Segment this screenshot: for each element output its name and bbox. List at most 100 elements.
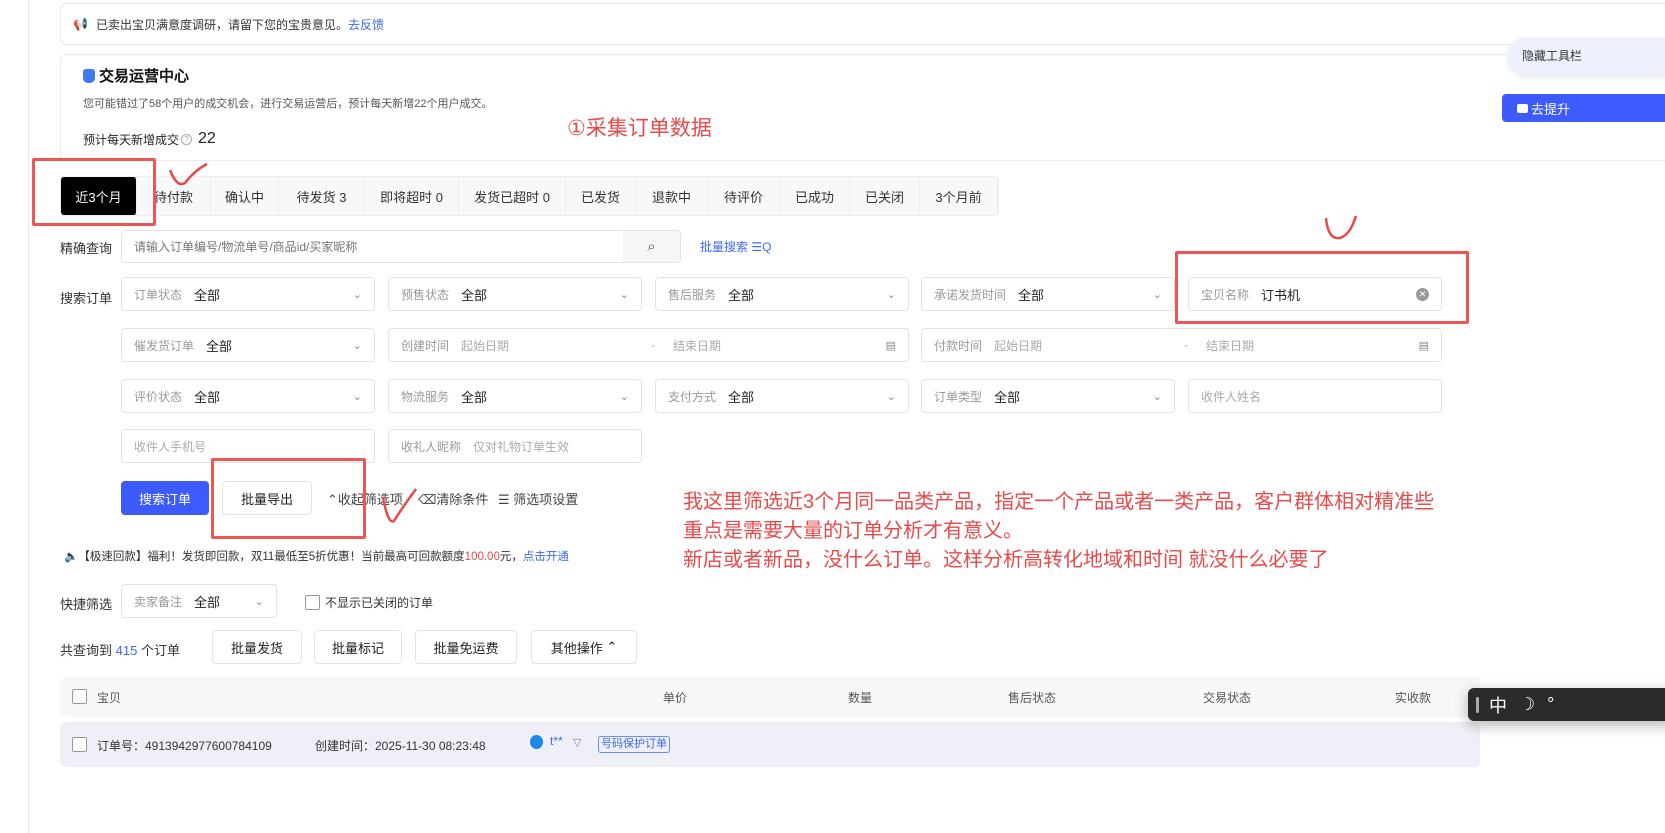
annotation-box bbox=[32, 158, 156, 226]
phone-protect-tag: 号码保护订单 bbox=[598, 736, 670, 753]
ime-toolbar: 中 ☽ ° bbox=[1468, 688, 1665, 721]
notice-text: 已卖出宝贝满意度调研，请留下您的宝贵意见。 bbox=[95, 17, 348, 32]
filter-created[interactable]: 创建时间 起始日期 - 结束日期 ▤ bbox=[388, 328, 909, 362]
moon-icon[interactable]: ☽ bbox=[1519, 694, 1535, 715]
ops-desc: 您可能错过了58个用户的成交机会，进行交易运营后，预计每天新增22个用户成交。 bbox=[83, 98, 493, 110]
punctuation-icon[interactable]: ° bbox=[1547, 694, 1554, 715]
tab[interactable]: 待发货 3 bbox=[279, 177, 365, 215]
search-orders-label: 搜索订单 bbox=[60, 291, 113, 306]
row-checkbox[interactable] bbox=[72, 737, 87, 752]
annotation-line: 重点是需要大量的订单分析才有意义。 bbox=[683, 520, 1023, 542]
tab[interactable]: 确认中 bbox=[211, 177, 279, 215]
col-aftersale: 售后状态 bbox=[1008, 691, 1057, 705]
feedback-link[interactable]: 去反馈 bbox=[348, 16, 384, 33]
promo-link[interactable]: 点击开通 bbox=[523, 551, 569, 563]
other-actions-button[interactable]: 其他操作 ⌃ bbox=[531, 630, 637, 664]
table-header: 宝贝 单价 数量 售后状态 交易状态 实收款 bbox=[60, 677, 1480, 717]
filter-order-type[interactable]: 订单类型 全部 ⌄ bbox=[921, 379, 1175, 413]
select-all-checkbox[interactable] bbox=[72, 689, 87, 704]
exact-search: ⌕ bbox=[121, 230, 681, 263]
batch-mark-button[interactable]: 批量标记 bbox=[314, 630, 402, 664]
calendar-icon[interactable]: ▤ bbox=[886, 339, 896, 352]
tab[interactable]: 退款中 bbox=[636, 177, 708, 215]
batch-free-shipping-button[interactable]: 批量免运费 bbox=[415, 630, 517, 664]
ops-center-card: 交易运营中心 您可能错过了58个用户的成交机会，进行交易运营后，预计每天新增22… bbox=[60, 54, 1665, 161]
calendar-icon[interactable]: ▤ bbox=[1419, 339, 1429, 352]
promo-notice: 🔈【极速回款】福利！发货即回款，双11最低至5折优惠！当前最高可回款额度100.… bbox=[64, 551, 569, 563]
col-price: 单价 bbox=[663, 691, 688, 705]
search-orders-button[interactable]: 搜索订单 bbox=[121, 481, 209, 515]
help-icon[interactable]: ? bbox=[181, 133, 193, 145]
chevron-down-icon: ⌄ bbox=[886, 288, 896, 301]
table-row: 订单号：4913942977600784109 创建时间：2025-11-30 … bbox=[60, 722, 1480, 767]
annotation-check bbox=[1324, 215, 1358, 240]
chevron-down-icon: ⌄ bbox=[619, 288, 629, 301]
chart-icon bbox=[1517, 103, 1528, 113]
exact-search-input[interactable] bbox=[122, 231, 623, 262]
filter-gift-nick[interactable]: 收礼人昵称 仅对礼物订单生效 bbox=[388, 429, 642, 463]
batch-ship-button[interactable]: 批量发货 bbox=[212, 630, 302, 664]
annotation-box bbox=[211, 458, 366, 539]
tab[interactable]: 即将超时 0 bbox=[365, 177, 459, 215]
search-button[interactable]: ⌕ bbox=[623, 231, 680, 262]
tab[interactable]: 待评价 bbox=[708, 177, 780, 215]
chevron-down-icon: ⌄ bbox=[254, 595, 264, 608]
money-bag-icon bbox=[83, 68, 95, 83]
quick-filter-label: 快捷筛选 bbox=[60, 597, 113, 612]
tab[interactable]: 已发货 bbox=[566, 177, 636, 215]
page-left-border bbox=[28, 0, 29, 833]
chevron-down-icon: ⌄ bbox=[1152, 390, 1162, 403]
stat-label: 预计每天新增成交 bbox=[83, 132, 180, 147]
survey-notice: 📢 已卖出宝贝满意度调研，请留下您的宝贵意见。 去反馈 bbox=[60, 3, 1665, 45]
filter-logistics[interactable]: 物流服务 全部 ⌄ bbox=[388, 379, 642, 413]
chevron-down-icon: ⌄ bbox=[619, 390, 629, 403]
tab[interactable]: 已关闭 bbox=[850, 177, 920, 215]
annotation-line: 新店或者新品，没什么订单。这样分析高转化地域和时间 就没什么必要了 bbox=[683, 549, 1329, 571]
annotation-check bbox=[381, 488, 418, 523]
chevron-down-icon: ⌄ bbox=[352, 288, 362, 301]
tab[interactable]: 3个月前 bbox=[920, 177, 998, 215]
speaker-icon: 🔈 bbox=[64, 551, 79, 563]
chevron-down-icon: ⌄ bbox=[1152, 288, 1162, 301]
filter-icon[interactable]: ▽ bbox=[573, 736, 581, 749]
chevron-down-icon: ⌄ bbox=[352, 390, 362, 403]
chevron-up-icon: ⌃ bbox=[606, 639, 618, 654]
buyer-nick[interactable]: t** bbox=[550, 734, 563, 748]
ime-lang-toggle[interactable]: 中 bbox=[1489, 692, 1507, 718]
filter-aftersale[interactable]: 售后服务 全部 ⌄ bbox=[655, 277, 909, 311]
annotation-line: 我这里筛选近3个月同一品类产品，指定一个产品或者一类产品，客户群体相对精准些 bbox=[683, 491, 1435, 513]
annotation-step1: ①采集订单数据 bbox=[567, 117, 712, 140]
annotation-check bbox=[168, 162, 208, 186]
hide-closed-checkbox[interactable]: 不显示已关闭的订单 bbox=[305, 594, 433, 611]
clear-conditions-button[interactable]: ⌫清除条件 bbox=[418, 489, 488, 508]
stat-value: 22 bbox=[198, 130, 216, 147]
exact-search-label: 精确查询 bbox=[60, 241, 113, 256]
filter-order-status[interactable]: 订单状态 全部 ⌄ bbox=[121, 277, 375, 311]
ops-title: 交易运营中心 bbox=[99, 68, 190, 85]
col-qty: 数量 bbox=[848, 691, 873, 705]
col-item: 宝贝 bbox=[97, 691, 122, 705]
filter-settings-button[interactable]: ☰ 筛选项设置 bbox=[498, 489, 578, 508]
filter-receiver-name[interactable]: 收件人姓名 bbox=[1188, 379, 1442, 413]
batch-search-link[interactable]: 批量搜索 ☰Q bbox=[700, 238, 771, 255]
filter-paid[interactable]: 付款时间 起始日期 - 结束日期 ▤ bbox=[921, 328, 1442, 362]
wangwang-icon[interactable] bbox=[530, 735, 543, 749]
chevron-down-icon: ⌄ bbox=[352, 339, 362, 352]
filter-presale[interactable]: 预售状态 全部 ⌄ bbox=[388, 277, 642, 311]
order-created: 创建时间：2025-11-30 08:23:48 bbox=[315, 739, 486, 753]
seller-note-select[interactable]: 卖家备注 全部 ⌄ bbox=[121, 584, 277, 618]
filter-promise-ship[interactable]: 承诺发货时间 全部 ⌄ bbox=[921, 277, 1175, 311]
upgrade-button[interactable]: 去提升 bbox=[1502, 94, 1665, 122]
filter-payment[interactable]: 支付方式 全部 ⌄ bbox=[655, 379, 909, 413]
tab[interactable]: 已成功 bbox=[780, 177, 850, 215]
annotation-box bbox=[1175, 251, 1469, 324]
tab[interactable]: 发货已超时 0 bbox=[459, 177, 566, 215]
search-icon: ⌕ bbox=[647, 238, 656, 255]
col-trade-status: 交易状态 bbox=[1203, 691, 1252, 705]
megaphone-icon: 📢 bbox=[73, 17, 88, 31]
col-received: 实收款 bbox=[1395, 691, 1432, 705]
hide-toolbar-button[interactable]: 隐藏工具栏 bbox=[1507, 37, 1665, 76]
filter-review[interactable]: 评价状态 全部 ⌄ bbox=[121, 379, 375, 413]
filter-urge[interactable]: 催发货订单 全部 ⌄ bbox=[121, 328, 375, 362]
drag-handle[interactable] bbox=[1476, 696, 1479, 713]
